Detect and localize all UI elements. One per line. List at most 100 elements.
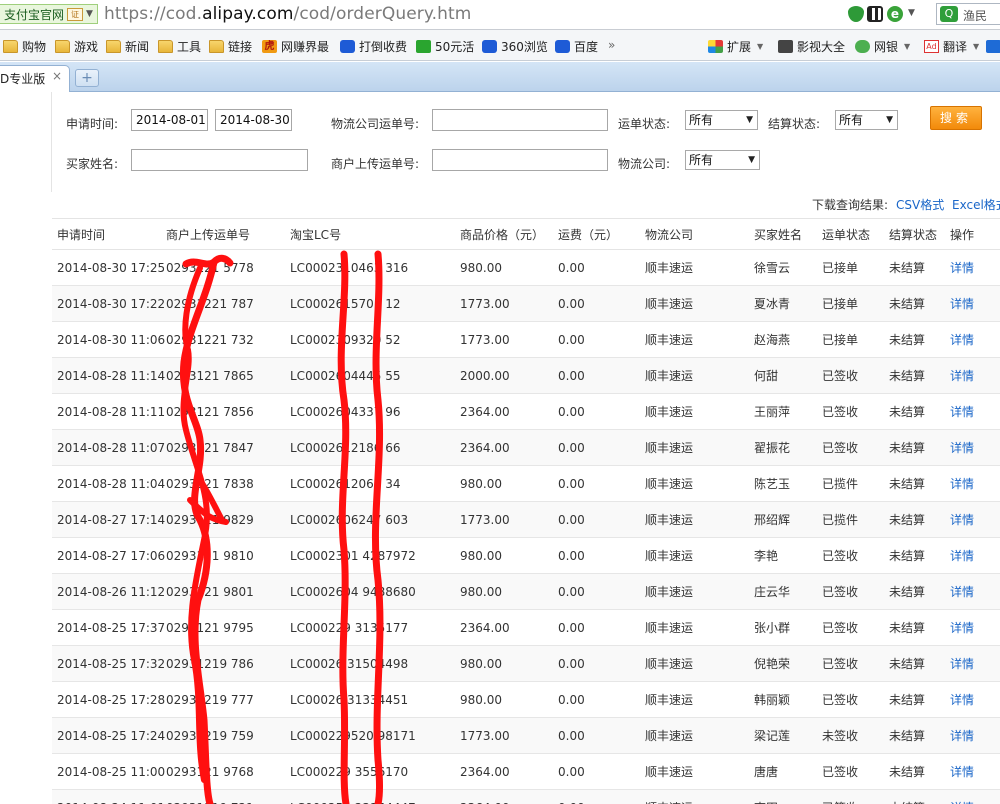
cell-buyer-name: 庄云华 bbox=[754, 585, 791, 599]
company-label: 物流公司: bbox=[618, 157, 671, 171]
date-from-input[interactable]: 2014-08-01 bbox=[131, 109, 208, 131]
details-link[interactable]: 详情 bbox=[950, 466, 974, 501]
cell-logistics-company: 顺丰速运 bbox=[645, 585, 694, 599]
qr-code-icon[interactable] bbox=[867, 6, 883, 22]
toolbar-video[interactable]: 影视大全 bbox=[778, 37, 845, 55]
details-link[interactable]: 详情 bbox=[950, 394, 974, 429]
toolbar-label: 扩展 bbox=[727, 39, 752, 54]
details-link[interactable]: 详情 bbox=[950, 790, 974, 804]
address-dropdown-icon[interactable]: ▼ bbox=[908, 8, 915, 18]
close-tab-icon[interactable]: × bbox=[52, 70, 62, 82]
toolbar-translate[interactable]: Ad 翻译 ▼ bbox=[924, 37, 979, 55]
buyer-name-label: 买家姓名: bbox=[66, 157, 119, 171]
details-link[interactable]: 详情 bbox=[950, 538, 974, 573]
translate-icon: Ad bbox=[924, 39, 939, 53]
cell-waybill-status: 已签收 bbox=[822, 657, 859, 671]
details-link[interactable]: 详情 bbox=[950, 646, 974, 681]
cell-settle-status: 未结算 bbox=[889, 765, 926, 779]
details-link[interactable]: 详情 bbox=[950, 250, 974, 285]
ie-mode-icon[interactable]: e bbox=[887, 6, 903, 22]
details-link[interactable]: 详情 bbox=[950, 682, 974, 717]
favorite-item-shopping[interactable]: 购物 bbox=[3, 37, 46, 55]
merchant-no-input[interactable] bbox=[432, 149, 608, 171]
details-link[interactable]: 详情 bbox=[950, 574, 974, 609]
apply-time-label: 申请时间: bbox=[66, 117, 119, 131]
table-row: 2014-08-26 11:12 0293121 9801 LC0002604 94… bbox=[52, 574, 1000, 610]
details-link[interactable]: 详情 bbox=[950, 358, 974, 393]
favorite-item-baidu[interactable]: 百度 bbox=[555, 37, 598, 55]
cell-shipping-fee: 0.00 bbox=[558, 620, 585, 635]
details-link[interactable]: 详情 bbox=[950, 502, 974, 537]
company-select[interactable]: 所有 ▼ bbox=[685, 150, 760, 170]
favorite-item-daodao[interactable]: 打倒收费 bbox=[340, 37, 407, 55]
details-link[interactable]: 详情 bbox=[950, 610, 974, 645]
favorite-item-360[interactable]: 360浏览 bbox=[482, 37, 548, 55]
browser-search-box[interactable]: Q 渔民 bbox=[936, 3, 1000, 25]
favorite-label: 360浏览 bbox=[501, 39, 548, 54]
cell-shipping-fee: 0.00 bbox=[558, 728, 585, 743]
waybill-status-label: 运单状态: bbox=[618, 117, 671, 131]
search-button[interactable]: 搜索 bbox=[930, 106, 982, 130]
details-link[interactable]: 详情 bbox=[950, 322, 974, 357]
cell-settle-status: 未结算 bbox=[889, 513, 926, 527]
more-favorites-icon[interactable]: » bbox=[608, 38, 615, 52]
cell-logistics-company: 顺丰速运 bbox=[645, 261, 694, 275]
site-identity-badge[interactable]: 支付宝官网 证 ▼ bbox=[0, 4, 98, 24]
favorite-label: 50元活 bbox=[435, 39, 475, 54]
column-header-merchant-waybill-no: 商户上传运单号 bbox=[166, 227, 251, 242]
toolbar-extensions[interactable]: 扩展 ▼ bbox=[708, 37, 763, 55]
certificate-icon: 证 bbox=[67, 7, 84, 21]
cell-merchant-waybill-no: 02931221 787 bbox=[166, 296, 254, 311]
cell-settle-status: 未结算 bbox=[889, 333, 926, 347]
buyer-name-input[interactable] bbox=[131, 149, 308, 171]
cell-logistics-company: 顺丰速运 bbox=[645, 765, 694, 779]
waybill-status-select[interactable]: 所有 ▼ bbox=[685, 110, 758, 130]
order-query-page: 申请时间: 2014-08-01 2014-08-30 物流公司运单号: 运单状… bbox=[0, 92, 1000, 804]
logistics-no-input[interactable] bbox=[432, 109, 608, 131]
url-field[interactable]: https://cod.alipay.com/cod/orderQuery.ht… bbox=[104, 4, 471, 24]
cell-merchant-waybill-no: 02931219 759 bbox=[166, 728, 254, 743]
toolbar-ebank[interactable]: 网银 ▼ bbox=[855, 37, 910, 55]
folder-icon bbox=[3, 39, 18, 53]
new-tab-button[interactable]: + bbox=[75, 69, 99, 87]
favorite-item-games[interactable]: 游戏 bbox=[55, 37, 98, 55]
details-link[interactable]: 详情 bbox=[950, 718, 974, 753]
cell-waybill-status: 已揽件 bbox=[822, 477, 859, 491]
cell-apply-time: 2014-08-26 11:12 bbox=[57, 584, 166, 599]
date-to-input[interactable]: 2014-08-30 bbox=[215, 109, 292, 131]
folder-icon bbox=[106, 39, 121, 53]
chevron-down-icon: ▼ bbox=[973, 41, 980, 51]
column-header-action: 操作 bbox=[950, 227, 975, 242]
cell-shipping-fee: 0.00 bbox=[558, 512, 585, 527]
select-value: 所有 bbox=[839, 113, 864, 127]
details-link[interactable]: 详情 bbox=[950, 430, 974, 465]
favorite-item-links[interactable]: 链接 bbox=[209, 37, 252, 55]
chevron-down-icon: ▼ bbox=[904, 41, 911, 51]
favorite-item-news[interactable]: 新闻 bbox=[106, 37, 149, 55]
cell-shipping-fee: 0.00 bbox=[558, 584, 585, 599]
cell-merchant-waybill-no: 02931221 732 bbox=[166, 332, 254, 347]
select-value: 所有 bbox=[689, 113, 714, 127]
cell-waybill-status: 已接单 bbox=[822, 333, 859, 347]
details-link[interactable]: 详情 bbox=[950, 754, 974, 789]
cell-apply-time: 2014-08-30 11:06 bbox=[57, 332, 166, 347]
security-shield-icon[interactable] bbox=[848, 6, 864, 22]
favorite-item-tools[interactable]: 工具 bbox=[158, 37, 201, 55]
cell-logistics-company: 顺丰速运 bbox=[645, 657, 694, 671]
cell-taobao-lc-no: LC0002604337 96 bbox=[290, 404, 401, 419]
excel-download-link[interactable]: Excel格式 bbox=[952, 196, 1000, 213]
favorites-bar: 购物 游戏 新闻 工具 链接 虎网赚界最 打倒收费 50元活 360浏览 百度 … bbox=[0, 30, 1000, 61]
cell-buyer-name: 陈艺玉 bbox=[754, 477, 791, 491]
browser-window: 支付宝官网 证 ▼ https://cod.alipay.com/cod/ord… bbox=[0, 0, 1000, 804]
tab-bar: D专业版 × + bbox=[0, 62, 1000, 92]
details-link[interactable]: 详情 bbox=[950, 286, 974, 321]
cell-merchant-waybill-no: 0293121 9801 bbox=[166, 584, 254, 599]
toolbar-more[interactable] bbox=[986, 37, 1000, 55]
table-row: 2014-08-25 17:32 02931219 786 LC00026 3150… bbox=[52, 646, 1000, 682]
csv-download-link[interactable]: CSV格式 bbox=[896, 196, 944, 213]
favorite-item-50yuan[interactable]: 50元活 bbox=[416, 37, 474, 55]
tiger-icon: 虎 bbox=[262, 39, 277, 53]
cell-taobao-lc-no: LC0002301 4287972 bbox=[290, 548, 416, 563]
settle-status-select[interactable]: 所有 ▼ bbox=[835, 110, 898, 130]
favorite-item-wangzhuan[interactable]: 虎网赚界最 bbox=[262, 37, 329, 55]
